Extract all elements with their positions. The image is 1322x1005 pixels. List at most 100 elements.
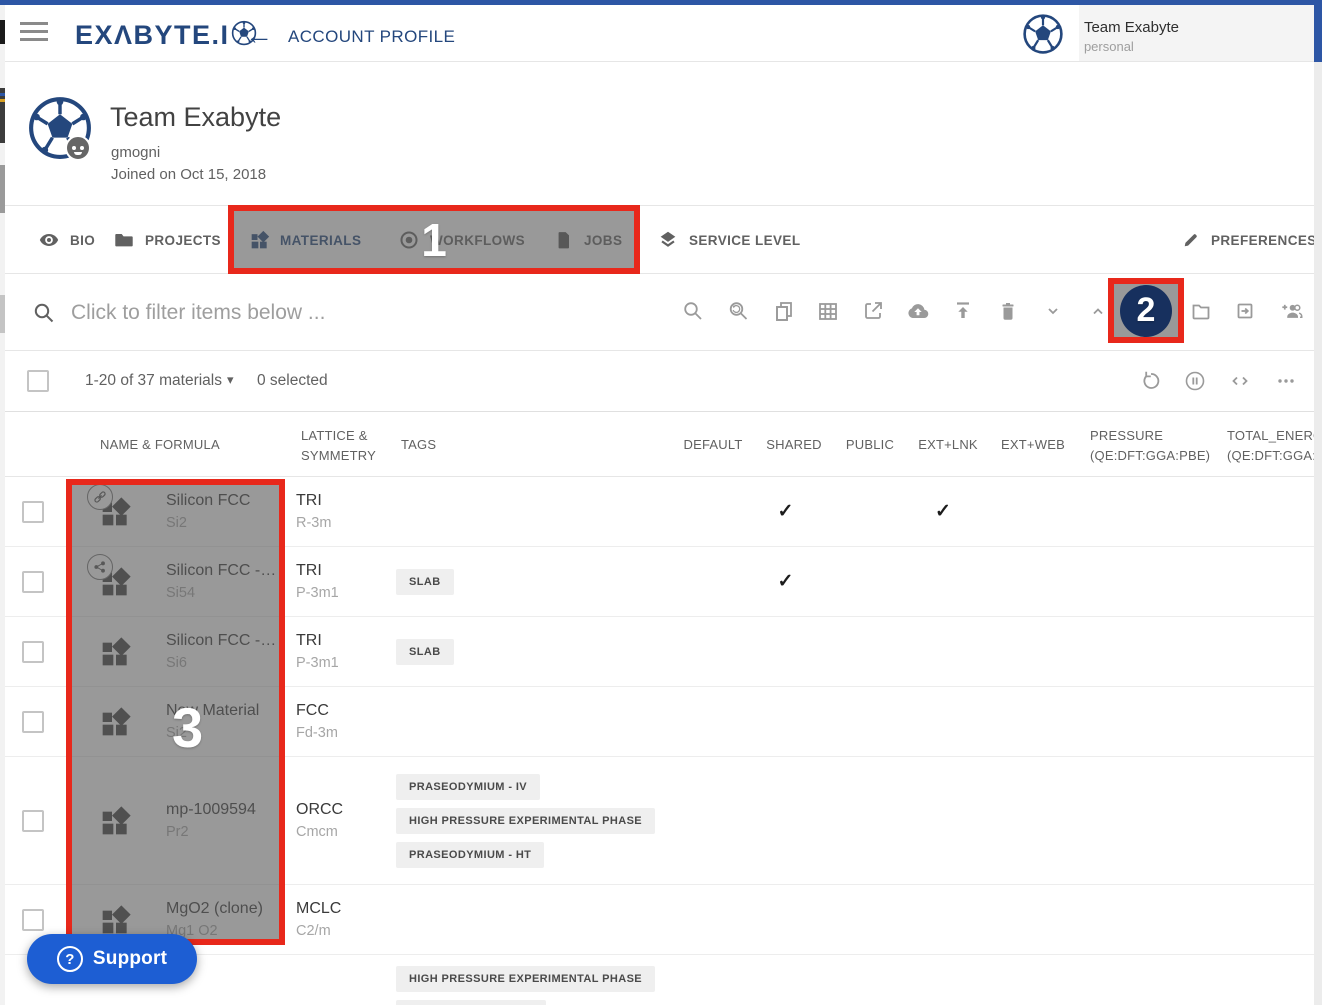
cell-pressure (1068, 757, 1205, 884)
layers-icon (657, 229, 679, 251)
copy-icon[interactable] (772, 299, 796, 323)
exabyte-logo[interactable]: EXΛBYTE.I (75, 18, 257, 53)
profile-tabs: BIO PROJECTS MATERIALS WORKFLOWS (5, 206, 1314, 274)
tab-service-level[interactable]: SERVICE LEVEL (657, 206, 800, 274)
col-total-energy[interactable]: TOTAL_ENERGY(QE:DFT:GGA:PE (1227, 428, 1322, 463)
page-title: ACCOUNT PROFILE (288, 27, 455, 47)
cell-public (823, 547, 903, 616)
lattice-cell: TRI R-3m (296, 477, 396, 546)
col-ext-web[interactable]: EXT+WEB (1001, 437, 1065, 452)
delete-icon[interactable] (996, 299, 1020, 323)
code-icon[interactable] (1228, 369, 1252, 393)
cloud-upload-icon[interactable] (905, 298, 931, 324)
upload-icon[interactable] (951, 299, 975, 323)
cell-public (823, 617, 903, 686)
table-grid-icon[interactable] (816, 299, 840, 323)
lattice-type: TRI (296, 562, 396, 580)
tag-chip-partial (396, 1000, 546, 1005)
lattice-cell (296, 955, 396, 1005)
pagination-range[interactable]: 1-20 of 37 materials (85, 372, 222, 390)
cell-default (673, 617, 748, 686)
lattice-type: ORCC (296, 801, 396, 819)
cell-ext-web (983, 885, 1068, 954)
tags-cell: HIGH PRESSURE EXPERIMENTAL PHASE (396, 955, 673, 1005)
table-row[interactable]: HIGH PRESSURE EXPERIMENTAL PHASE (0, 955, 1314, 1005)
import-icon[interactable] (1233, 299, 1257, 323)
caret-down-icon[interactable]: ▾ (227, 372, 234, 388)
refresh-icon[interactable] (1139, 369, 1163, 393)
cell-total-energy (1205, 757, 1314, 884)
annotation-box-1: 1 (228, 205, 640, 274)
cell-total-energy (1205, 617, 1314, 686)
tab-label: PROJECTS (145, 233, 221, 248)
back-arrow-icon[interactable]: ← (245, 19, 273, 51)
cell-ext-web (983, 617, 1068, 686)
cell-total-energy (1205, 955, 1314, 1005)
more-icon[interactable] (1274, 369, 1298, 393)
open-in-new-icon[interactable] (861, 299, 885, 323)
symmetry-group: Cmcm (296, 824, 396, 840)
pause-icon[interactable] (1183, 369, 1207, 393)
col-ext-lnk[interactable]: EXT+LNK (918, 437, 978, 452)
lattice-type: TRI (296, 492, 396, 510)
col-lattice-symmetry[interactable]: LATTICE &SYMMETRY (301, 428, 376, 463)
cell-default (673, 477, 748, 546)
lattice-cell: FCC Fd-3m (296, 687, 396, 756)
row-checkbox[interactable] (22, 641, 44, 663)
col-pressure[interactable]: PRESSURE(QE:DFT:GGA:PBE) (1090, 428, 1210, 463)
cell-shared (748, 757, 823, 884)
cell-default (673, 885, 748, 954)
window-left-edge (0, 5, 5, 1005)
chevron-up-icon[interactable] (1086, 299, 1110, 323)
cell-shared: ✓ (748, 547, 823, 616)
col-public[interactable]: PUBLIC (846, 437, 894, 452)
row-checkbox[interactable] (22, 501, 44, 523)
select-all-checkbox[interactable] (27, 370, 49, 392)
filter-input[interactable] (71, 293, 601, 333)
search-icon (32, 301, 56, 330)
cell-ext-lnk (903, 547, 983, 616)
cell-default (673, 687, 748, 756)
col-name-formula[interactable]: NAME & FORMULA (100, 437, 220, 452)
tab-bio[interactable]: BIO (38, 206, 95, 274)
tab-preferences[interactable]: PREFERENCES (1181, 206, 1317, 274)
cell-default (673, 757, 748, 884)
cell-pressure (1068, 955, 1205, 1005)
profile-name: Team Exabyte (110, 102, 281, 133)
add-collaborators-icon[interactable] (1278, 298, 1304, 324)
top-bar: EXΛBYTE.I ← ACCOUNT PROFILE Team Exabyte… (5, 5, 1314, 62)
col-default[interactable]: DEFAULT (684, 437, 743, 452)
cell-public (823, 687, 903, 756)
pencil-icon (1181, 230, 1201, 250)
question-mark-icon: ? (57, 946, 83, 972)
account-menu[interactable]: Team Exabyte personal (1022, 13, 1179, 60)
tags-cell (396, 477, 673, 546)
lattice-cell: TRI P-3m1 (296, 547, 396, 616)
row-checkbox[interactable] (22, 909, 44, 931)
row-checkbox[interactable] (22, 810, 44, 832)
lattice-cell: ORCC Cmcm (296, 757, 396, 884)
support-button[interactable]: ? Support (27, 934, 197, 984)
col-tags[interactable]: TAGS (401, 437, 436, 452)
annotation-box-2: 2 (1108, 278, 1184, 343)
avatar (1022, 13, 1064, 60)
tab-projects[interactable]: PROJECTS (113, 206, 221, 274)
row-checkbox[interactable] (22, 571, 44, 593)
cell-pressure (1068, 547, 1205, 616)
menu-icon[interactable] (20, 22, 48, 44)
col-shared[interactable]: SHARED (766, 437, 821, 452)
row-checkbox[interactable] (22, 711, 44, 733)
search-icon[interactable] (681, 299, 705, 323)
table-controls: 1-20 of 37 materials ▾ 0 selected (5, 351, 1314, 412)
cell-public (823, 477, 903, 546)
profile-avatar (27, 95, 93, 166)
cell-ext-lnk (903, 757, 983, 884)
cell-total-energy (1205, 477, 1314, 546)
chevron-down-icon[interactable] (1041, 299, 1065, 323)
folder-icon[interactable] (1189, 299, 1213, 323)
annotation-box-3: 3 (66, 479, 285, 945)
cell-ext-lnk (903, 955, 983, 1005)
window-right-edge (1314, 62, 1322, 1005)
search-again-icon[interactable] (726, 299, 750, 323)
cell-total-energy (1205, 885, 1314, 954)
